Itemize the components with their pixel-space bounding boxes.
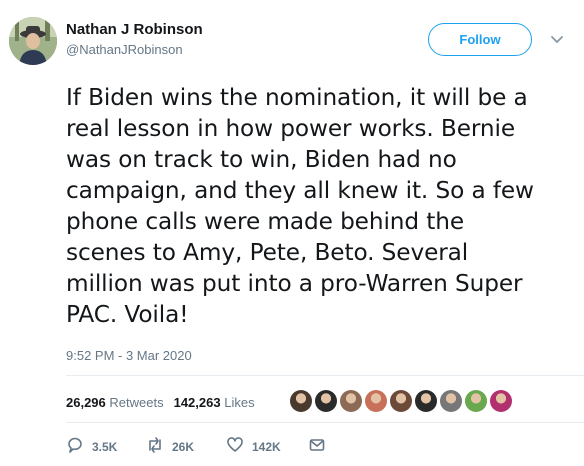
action-bar: 3.5K 26K 142K [66,436,326,457]
heart-icon [226,436,244,457]
like-button[interactable]: 142K [226,436,308,457]
liker-avatars [290,390,512,412]
likes-count: 142,263 [173,395,221,410]
retweets-stat[interactable]: 26,296 Retweets [66,395,164,410]
retweets-label: Retweets [109,395,164,410]
author-name[interactable]: Nathan J Robinson [66,21,203,38]
direct-message-button[interactable] [308,436,326,457]
author-handle[interactable]: @NathanJRobinson [66,42,183,57]
likes-label: Likes [224,395,255,410]
liker-avatar[interactable] [390,390,412,412]
like-count: 142K [252,439,281,454]
retweet-count: 26K [172,439,195,454]
liker-avatar[interactable] [490,390,512,412]
retweet-icon [146,436,164,457]
liker-avatar[interactable] [340,390,362,412]
engagement-stats: 26,296 Retweets 142,263 Likes [66,395,255,410]
follow-button[interactable]: Follow [428,23,532,56]
divider [66,375,584,376]
liker-avatar[interactable] [415,390,437,412]
liker-avatar[interactable] [440,390,462,412]
liker-avatar[interactable] [290,390,312,412]
likes-stat[interactable]: 142,263 Likes [174,395,255,410]
liker-avatar[interactable] [315,390,337,412]
author-avatar[interactable] [9,17,57,65]
reply-button[interactable]: 3.5K [66,436,146,457]
reply-icon [66,436,84,457]
retweet-button[interactable]: 26K [146,436,226,457]
envelope-icon [308,436,326,457]
divider [66,422,584,423]
reply-count: 3.5K [92,439,118,454]
retweets-count: 26,296 [66,395,106,410]
chevron-down-icon[interactable] [548,30,566,48]
tweet-text: If Biden wins the nomination, it will be… [66,84,534,328]
tweet-timestamp[interactable]: 9:52 PM - 3 Mar 2020 [66,348,192,363]
liker-avatar[interactable] [365,390,387,412]
liker-avatar[interactable] [465,390,487,412]
